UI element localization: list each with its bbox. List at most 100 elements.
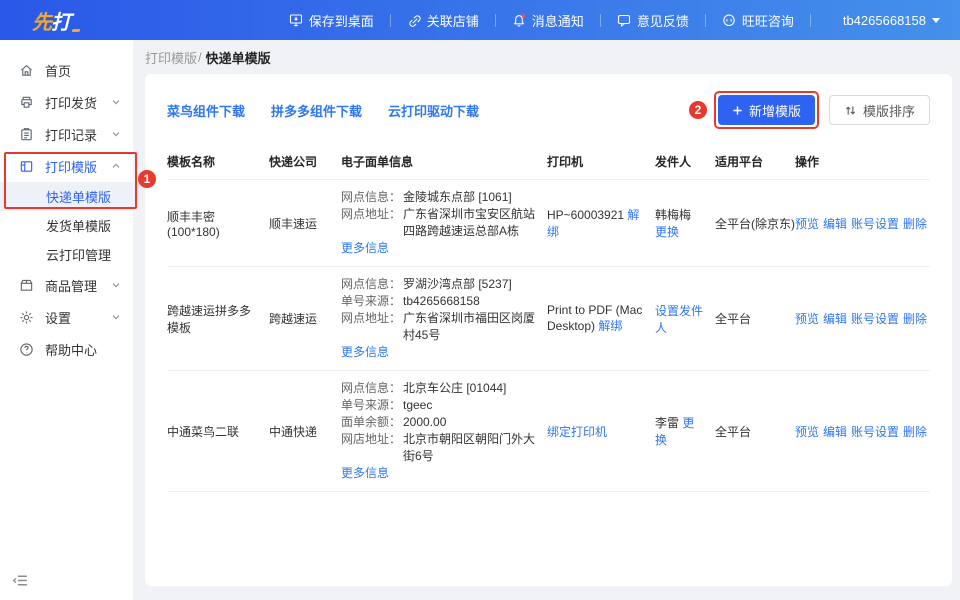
menu-divider [600, 14, 601, 27]
sidebar-item-print-templates[interactable]: 打印模版 [0, 150, 133, 182]
plus-icon [732, 105, 743, 116]
save-to-desktop-button[interactable]: 保存到桌面 [289, 11, 374, 30]
notifications-button[interactable]: 消息通知 [512, 11, 584, 30]
bind-printer-link[interactable]: 绑定打印机 [547, 425, 607, 439]
edit-link[interactable]: 编辑 [823, 423, 847, 440]
edit-link[interactable]: 编辑 [823, 215, 847, 232]
pdd-component-download-link[interactable]: 拼多多组件下载 [271, 101, 362, 120]
menu-divider [705, 14, 706, 27]
edit-link[interactable]: 编辑 [823, 310, 847, 327]
info-value: 北京市朝阳区朝阳门外大街6号 [403, 431, 535, 465]
info-label: 网点地址： [341, 310, 403, 344]
delete-link[interactable]: 删除 [903, 423, 927, 440]
waybill-info-cell: 网点信息： 罗湖沙湾点部 [5237] 单号来源： tb4265668158 网… [341, 274, 547, 363]
wangwang-consult-button[interactable]: 旺旺咨询 [722, 11, 794, 30]
waybill-info-cell: 网点信息： 北京车公庄 [01044] 单号来源： tgeec 面单余额： 20… [341, 378, 547, 484]
info-label: 网点信息： [341, 276, 403, 293]
content-card: 菜鸟组件下载 拼多多组件下载 云打印驱动下载 2 新增模版 [145, 74, 952, 586]
breadcrumb: 打印模版 / 快递单模版 [145, 40, 952, 74]
info-line: 网点地址： 广东省深圳市福田区岗厦村45号 [341, 310, 535, 344]
sidebar-item-cloud-print[interactable]: 云打印管理 [0, 240, 133, 269]
more-info-link[interactable]: 更多信息 [341, 240, 389, 257]
preview-link[interactable]: 预览 [795, 215, 819, 232]
info-label: 网点信息： [341, 189, 403, 206]
sidebar-item-settings[interactable]: 设置 [0, 301, 133, 333]
sidebar-item-shipping-list-template[interactable]: 发货单模版 [0, 211, 133, 240]
preview-link[interactable]: 预览 [795, 423, 819, 440]
annotation-box-step2: 2 新增模版 [714, 91, 819, 129]
info-value: 罗湖沙湾点部 [5237] [403, 276, 535, 293]
delete-link[interactable]: 删除 [903, 215, 927, 232]
logo-text-second: 打 [51, 6, 70, 35]
download-links: 菜鸟组件下载 拼多多组件下载 云打印驱动下载 [167, 101, 479, 120]
template-name: 跨越速运拼多多模板 [167, 302, 269, 336]
menu-item-label: 旺旺咨询 [742, 11, 794, 30]
breadcrumb-parent[interactable]: 打印模版 [145, 48, 197, 67]
menu-fold-icon [12, 572, 29, 589]
courier-company: 顺丰速运 [269, 215, 341, 232]
printer-cell: HP~60003921 解绑 [547, 206, 655, 240]
chevron-down-icon [111, 310, 121, 325]
sidebar-item-help-center[interactable]: 帮助中心 [0, 333, 133, 365]
table-row: 中通菜鸟二联 中通快递 网点信息： 北京车公庄 [01044] 单号来源： tg… [167, 371, 930, 492]
cainiao-component-download-link[interactable]: 菜鸟组件下载 [167, 101, 245, 120]
info-value: 北京车公庄 [01044] [403, 380, 535, 397]
sidebar-item-waybill-template[interactable]: 快递单模版 [0, 182, 133, 211]
sidebar-item-print-ship[interactable]: 打印发货 [0, 86, 133, 118]
link-shop-button[interactable]: 关联店铺 [407, 11, 479, 30]
info-value: 广东省深圳市福田区岗厦村45号 [403, 310, 535, 344]
delete-link[interactable]: 删除 [903, 310, 927, 327]
info-value: 金陵城东点部 [1061] [403, 189, 535, 206]
feedback-button[interactable]: 意见反馈 [617, 11, 689, 30]
more-info-link[interactable]: 更多信息 [341, 465, 389, 482]
chevron-down-icon [932, 18, 940, 23]
preview-link[interactable]: 预览 [795, 310, 819, 327]
menu-item-label: 消息通知 [532, 11, 584, 30]
menu-item-label: 关联店铺 [427, 11, 479, 30]
sidebar-collapse-button[interactable] [12, 572, 29, 592]
bell-icon [512, 13, 526, 27]
info-value: 广东省深圳市宝安区航站四路跨越速运总部A栋 [403, 206, 535, 240]
account-label: tb4265668158 [843, 13, 926, 28]
account-dropdown[interactable]: tb4265668158 [843, 13, 940, 28]
column-header-sender: 发件人 [655, 153, 715, 170]
table-header: 模板名称 快递公司 电子面单信息 打印机 发件人 适用平台 操作 [167, 144, 930, 180]
box-icon [19, 278, 34, 293]
sidebar-item-label: 设置 [45, 308, 71, 327]
sidebar-subitem-label: 快递单模版 [46, 187, 111, 206]
sort-templates-button[interactable]: 模版排序 [829, 95, 930, 125]
cloud-print-driver-download-link[interactable]: 云打印驱动下载 [388, 101, 479, 120]
sidebar-item-goods-management[interactable]: 商品管理 [0, 269, 133, 301]
column-header-courier: 快递公司 [269, 153, 341, 170]
account-settings-link[interactable]: 账号设置 [851, 310, 899, 327]
unbind-printer-link[interactable]: 解绑 [598, 319, 622, 333]
menu-divider [810, 14, 811, 27]
toolbar: 菜鸟组件下载 拼多多组件下载 云打印驱动下载 2 新增模版 [167, 74, 930, 144]
sidebar: 首页 打印发货 打印记录 打印模版 快递单模版 发货单模版 [0, 40, 133, 600]
template-icon [19, 159, 34, 174]
info-value: 2000.00 [403, 414, 535, 431]
sidebar-item-label: 首页 [45, 61, 71, 80]
feedback-icon [617, 13, 631, 27]
sidebar-item-home[interactable]: 首页 [0, 54, 133, 86]
platform: 全平台(除京东) [715, 215, 795, 232]
platform: 全平台 [715, 310, 795, 327]
app-logo: 先 打 [32, 6, 80, 35]
change-sender-link[interactable]: 更换 [655, 225, 679, 239]
printer-name: Print to PDF (Mac Desktop) [547, 303, 642, 333]
table-row: 顺丰丰密(100*180) 顺丰速运 网点信息： 金陵城东点部 [1061] 网… [167, 180, 930, 267]
menu-divider [390, 14, 391, 27]
printer-cell: 绑定打印机 [547, 423, 655, 440]
printer-cell: Print to PDF (Mac Desktop) 解绑 [547, 303, 655, 334]
more-info-link[interactable]: 更多信息 [341, 344, 389, 361]
info-value: tgeec [403, 397, 535, 414]
home-icon [19, 63, 34, 78]
add-template-button[interactable]: 新增模版 [718, 95, 815, 125]
account-settings-link[interactable]: 账号设置 [851, 215, 899, 232]
account-settings-link[interactable]: 账号设置 [851, 423, 899, 440]
info-label: 网点地址： [341, 206, 403, 240]
sidebar-item-print-records[interactable]: 打印记录 [0, 118, 133, 150]
set-sender-link[interactable]: 设置发件人 [655, 304, 703, 335]
row-actions: 预览 编辑 账号设置 删除 [795, 310, 930, 327]
sidebar-item-label: 打印模版 [45, 157, 97, 176]
